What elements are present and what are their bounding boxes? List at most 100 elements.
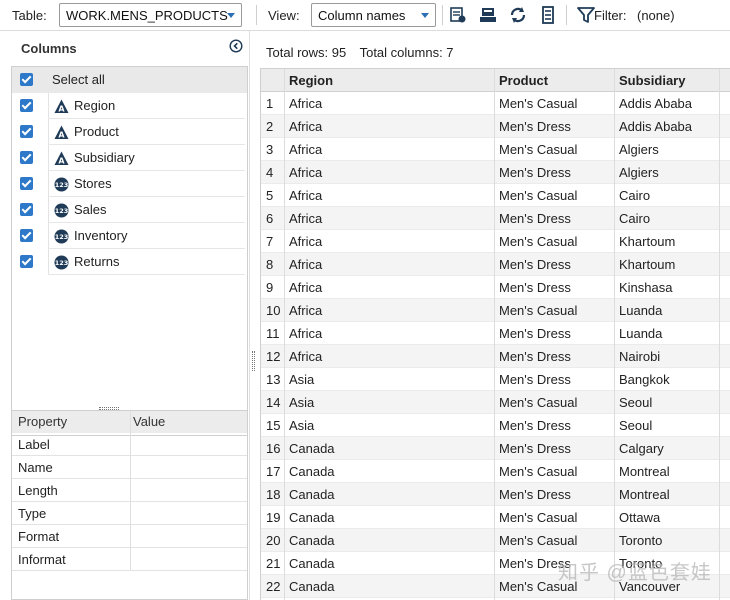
cell-region: Asia xyxy=(289,395,315,410)
total-rows: Total rows: 95 xyxy=(266,45,347,60)
cell-subsidiary: Kinshasa xyxy=(619,280,673,295)
cell-product: Men's Casual xyxy=(499,96,578,111)
select-all-label: Select all xyxy=(52,72,105,87)
view-label: View: xyxy=(268,8,300,23)
column-item-stores[interactable]: 123 Stores xyxy=(12,171,247,197)
property-row: Format xyxy=(12,525,247,548)
properties-icon[interactable] xyxy=(538,5,558,25)
cell-subsidiary: Addis Ababa xyxy=(619,119,693,134)
cell-region: Africa xyxy=(289,280,323,295)
column-item-returns[interactable]: 123 Returns xyxy=(12,249,247,275)
cell-subsidiary: Seoul xyxy=(619,418,653,433)
table-select[interactable]: WORK.MENS_PRODUCTS xyxy=(59,3,242,27)
row-number: 15 xyxy=(266,418,281,433)
table-row[interactable]: 8 Africa Men's Dress Khartoum xyxy=(261,253,730,276)
numeric-type-icon: 123 xyxy=(54,203,69,218)
character-type-icon: A xyxy=(54,125,69,140)
table-row[interactable]: 18 Canada Men's Dress Montreal xyxy=(261,483,730,506)
svg-text:123: 123 xyxy=(55,259,69,267)
save-icon[interactable] xyxy=(478,5,498,25)
cell-region: Asia xyxy=(289,418,315,433)
cell-subsidiary: Nairobi xyxy=(619,349,661,364)
column-checkbox[interactable] xyxy=(20,151,33,164)
row-number: 19 xyxy=(266,510,281,525)
row-number: 17 xyxy=(266,464,281,479)
column-item-inventory[interactable]: 123 Inventory xyxy=(12,223,247,249)
select-all-checkbox[interactable] xyxy=(20,73,33,86)
column-item-sales[interactable]: 123 Sales xyxy=(12,197,247,223)
cell-subsidiary: Addis Ababa xyxy=(619,96,693,111)
property-row: Length xyxy=(12,479,247,502)
column-checkbox[interactable] xyxy=(20,99,33,112)
table-row[interactable]: 1 Africa Men's Casual Addis Ababa xyxy=(261,92,730,115)
cell-product: Men's Dress xyxy=(499,257,571,272)
row-number: 9 xyxy=(266,280,274,295)
column-header-product[interactable]: Product xyxy=(499,73,548,88)
cell-region: Asia xyxy=(289,372,315,387)
row-number: 18 xyxy=(266,487,281,502)
row-number: 13 xyxy=(266,372,281,387)
select-all-row[interactable]: Select all xyxy=(12,67,247,93)
column-item-product[interactable]: A Product xyxy=(12,119,247,145)
table-row[interactable]: 12 Africa Men's Dress Nairobi xyxy=(261,345,730,368)
row-number: 6 xyxy=(266,211,274,226)
query-icon[interactable] xyxy=(448,5,468,25)
cell-region: Canada xyxy=(289,441,335,456)
table-row[interactable]: 7 Africa Men's Casual Khartoum xyxy=(261,230,730,253)
table-row[interactable]: 16 Canada Men's Dress Calgary xyxy=(261,437,730,460)
column-header-region[interactable]: Region xyxy=(289,73,333,88)
column-header-subsidiary[interactable]: Subsidiary xyxy=(619,73,685,88)
grid-header: Region Product Subsidiary xyxy=(261,69,730,92)
table-row[interactable]: 9 Africa Men's Dress Kinshasa xyxy=(261,276,730,299)
table-row[interactable]: 17 Canada Men's Casual Montreal xyxy=(261,460,730,483)
column-item-region[interactable]: A Region xyxy=(12,93,247,119)
row-number: 21 xyxy=(266,556,281,571)
table-row[interactable]: 15 Asia Men's Dress Seoul xyxy=(261,414,730,437)
numeric-type-icon: 123 xyxy=(54,177,69,192)
column-checkbox[interactable] xyxy=(20,255,33,268)
table-row[interactable]: 5 Africa Men's Casual Cairo xyxy=(261,184,730,207)
vertical-splitter-handle[interactable] xyxy=(252,351,255,371)
cell-region: Canada xyxy=(289,556,335,571)
collapse-panel-icon[interactable] xyxy=(229,39,243,53)
watermark-text: 知乎 @蓝色套娃 xyxy=(558,562,712,584)
toolbar: Table: WORK.MENS_PRODUCTS View: Column n… xyxy=(0,0,730,31)
cell-product: Men's Casual xyxy=(499,533,578,548)
character-type-icon: A xyxy=(54,99,69,114)
cell-product: Men's Dress xyxy=(499,372,571,387)
table-row[interactable]: 2 Africa Men's Dress Addis Ababa xyxy=(261,115,730,138)
table-row[interactable]: 19 Canada Men's Casual Ottawa xyxy=(261,506,730,529)
table-row[interactable]: 3 Africa Men's Casual Algiers xyxy=(261,138,730,161)
table-row[interactable]: 14 Asia Men's Casual Seoul xyxy=(261,391,730,414)
cell-subsidiary: Ottawa xyxy=(619,510,661,525)
row-number: 4 xyxy=(266,165,274,180)
table-row[interactable]: 11 Africa Men's Dress Luanda xyxy=(261,322,730,345)
column-checkbox[interactable] xyxy=(20,203,33,216)
value-column-header: Value xyxy=(133,414,166,429)
data-grid: Region Product Subsidiary 1 Africa Men's C… xyxy=(260,68,730,600)
table-row[interactable]: 13 Asia Men's Dress Bangkok xyxy=(261,368,730,391)
columns-panel: Columns Select all A Region A Product A … xyxy=(11,31,249,600)
cell-region: Canada xyxy=(289,533,335,548)
column-item-subsidiary[interactable]: A Subsidiary xyxy=(12,145,247,171)
view-select[interactable]: Column names xyxy=(311,3,436,27)
table-row[interactable]: 6 Africa Men's Dress Cairo xyxy=(261,207,730,230)
table-row[interactable]: 4 Africa Men's Dress Algiers xyxy=(261,161,730,184)
cell-region: Canada xyxy=(289,464,335,479)
row-number: 7 xyxy=(266,234,274,249)
row-number: 14 xyxy=(266,395,281,410)
filter-icon[interactable] xyxy=(576,5,596,25)
column-checkbox[interactable] xyxy=(20,229,33,242)
cell-subsidiary: Montreal xyxy=(619,464,670,479)
columns-list: Select all A Region A Product A Subsidia… xyxy=(11,66,248,436)
cell-product: Men's Dress xyxy=(499,418,571,433)
cell-region: Africa xyxy=(289,188,323,203)
column-checkbox[interactable] xyxy=(20,125,33,138)
refresh-icon[interactable] xyxy=(508,5,528,25)
cell-subsidiary: Montreal xyxy=(619,487,670,502)
table-row[interactable]: 10 Africa Men's Casual Luanda xyxy=(261,299,730,322)
table-row[interactable]: 20 Canada Men's Casual Toronto xyxy=(261,529,730,552)
row-number: 22 xyxy=(266,579,281,594)
numeric-type-icon: 123 xyxy=(54,229,69,244)
column-checkbox[interactable] xyxy=(20,177,33,190)
